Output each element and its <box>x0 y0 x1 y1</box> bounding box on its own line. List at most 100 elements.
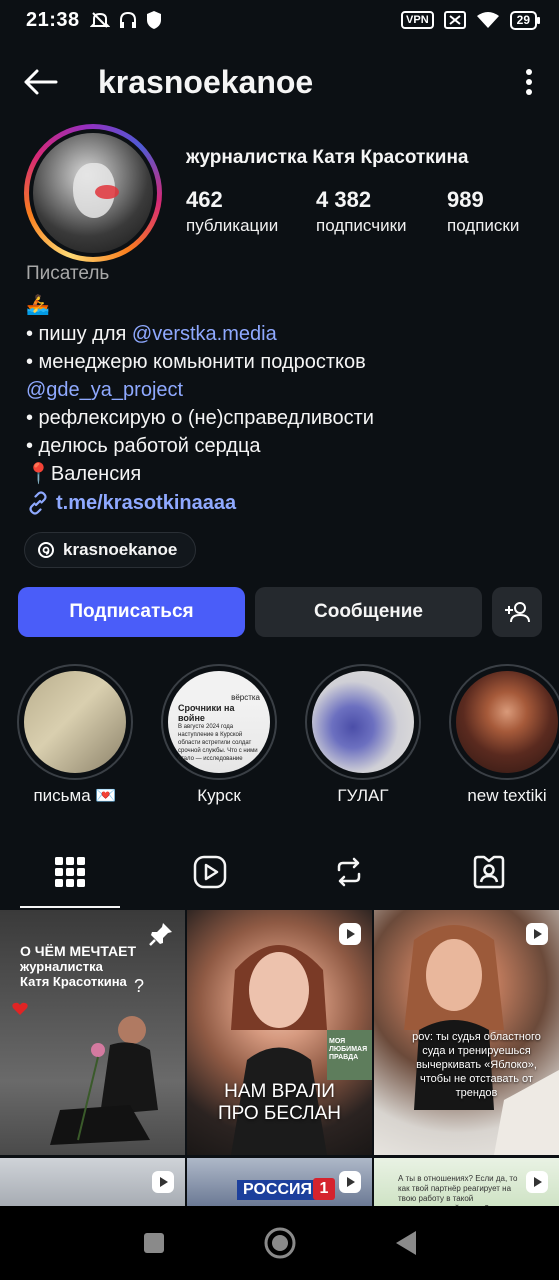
story-highlights: письма 💌 вёрстка Срочники на войне В авг… <box>0 664 559 814</box>
avatar-frame <box>29 129 157 257</box>
profile-bio: 🚣 • пишу для @verstka.media • менеджерю … <box>26 292 374 488</box>
highlight-label: письма 💌 <box>33 786 117 805</box>
highlight-label: ГУЛАГ <box>337 786 389 805</box>
highlight-gulag[interactable]: ГУЛАГ <box>304 664 422 806</box>
triangle-back-icon <box>395 1231 416 1255</box>
post-sign: МОЯ ЛЮБИМАЯ ПРАВДА <box>329 1038 367 1062</box>
stat-followers-value: 4 382 <box>316 187 372 212</box>
message-button[interactable]: Сообщение <box>255 587 482 637</box>
mention-gde-ya-project[interactable]: @gde_ya_project <box>26 376 374 404</box>
post-tile-1[interactable]: О ЧЁМ МЕЧТАЕТ журналистка Катя Красоткин… <box>0 910 185 1155</box>
wifi-icon <box>476 12 499 28</box>
highlight-cover <box>456 671 558 773</box>
stat-followers[interactable]: 4 382 подписчики <box>316 186 447 238</box>
tagged-icon <box>473 855 505 889</box>
home-button[interactable] <box>217 1206 343 1280</box>
highlight-kursk[interactable]: вёрстка Срочники на войне В августе 2024… <box>160 664 278 806</box>
profile-full-name: журналистка Катя Красоткина <box>186 147 469 168</box>
highlight-new-textiki[interactable]: new textiki <box>448 664 559 806</box>
reel-icon <box>339 1171 361 1193</box>
tab-reels[interactable] <box>140 836 280 908</box>
add-person-icon <box>505 602 530 623</box>
arrow-left-icon <box>24 69 58 95</box>
mute-icon <box>89 12 110 28</box>
channel-logo: РОССИЯ <box>237 1180 319 1200</box>
post-sign-line3: ПРАВДА <box>329 1054 359 1061</box>
threads-chip[interactable]: krasnoekanoe <box>24 532 197 568</box>
bio-line-1: • пишу для @verstka.media <box>26 320 374 348</box>
status-left-icons <box>89 10 162 30</box>
post-caption: pov: ты судья областного суда и тренируе… <box>412 1031 541 1099</box>
profile-link-text: t.me/krasotkinaaaa <box>56 491 237 514</box>
more-options-button[interactable] <box>499 52 559 112</box>
status-bar: 21:38 VPN 29 <box>0 0 559 40</box>
post-figure <box>50 1016 158 1145</box>
vpn-badge: VPN <box>401 11 434 29</box>
repost-icon <box>338 857 361 887</box>
add-user-button[interactable] <box>492 587 542 637</box>
stat-followers-label: подписчики <box>316 216 407 235</box>
profile-category: Писатель <box>26 263 110 284</box>
tab-tagged[interactable] <box>419 836 559 908</box>
post-tile-3[interactable]: pov: ты судья областного суда и тренируе… <box>374 910 559 1155</box>
profile-link[interactable]: t.me/krasotkinaaaa <box>26 491 236 515</box>
system-back-button[interactable] <box>343 1206 469 1280</box>
tab-reposts[interactable] <box>280 836 420 908</box>
highlight-cover: вёрстка Срочники на войне В августе 2024… <box>168 671 270 773</box>
reel-icon <box>152 1171 174 1193</box>
profile-avatar[interactable] <box>24 124 162 262</box>
stat-following-value: 989 <box>447 187 484 212</box>
stat-posts[interactable]: 462 публикации <box>186 186 316 238</box>
avatar-photo <box>33 133 153 253</box>
threads-icon <box>38 542 54 558</box>
link-icon <box>29 491 47 515</box>
follow-button[interactable]: Подписаться <box>18 587 245 637</box>
kursk-preview-body: В августе 2024 года наступление в Курско… <box>178 724 258 762</box>
highlight-ring <box>305 664 421 780</box>
system-nav-bar <box>0 1206 559 1280</box>
recents-button[interactable] <box>91 1206 217 1280</box>
channel-number: 1 <box>313 1178 335 1200</box>
profile-stats: 462 публикации 4 382 подписчики 989 подп… <box>186 186 547 238</box>
post-caption: НАМ ВРАЛИ ПРО БЕСЛАН <box>187 1081 372 1125</box>
headphones-icon <box>119 11 136 28</box>
highlight-cover <box>312 671 414 773</box>
bio-line-1-text: • пишу для <box>26 323 132 345</box>
tab-posts[interactable] <box>0 836 140 908</box>
kursk-preview-subtitle: Срочники на войне <box>178 703 235 723</box>
post-tile-5[interactable]: РОССИЯ 1 <box>187 1158 372 1206</box>
more-vertical-icon <box>526 69 532 95</box>
post-tile-2[interactable]: МОЯ ЛЮБИМАЯ ПРАВДА НАМ ВРАЛИ ПРО БЕСЛАН <box>187 910 372 1155</box>
highlight-label: new textiki <box>467 786 547 805</box>
square-icon <box>143 1233 164 1253</box>
bio-line-2: • менеджерю комьюнити подростков <box>26 351 366 373</box>
post-caption-line2: ПРО БЕСЛАН <box>217 1103 342 1124</box>
highlight-label: Курск <box>197 786 241 805</box>
highlight-cover <box>24 671 126 773</box>
stat-posts-label: публикации <box>186 216 279 235</box>
shield-icon <box>146 11 161 29</box>
reel-icon <box>526 1171 548 1193</box>
grid-icon <box>54 857 85 887</box>
stat-following-label: подписки <box>447 216 520 235</box>
post-tile-4[interactable] <box>0 1158 185 1206</box>
no-sim-icon <box>443 11 466 29</box>
post-chat-text: А ты в отношениях? Если да, то как твой … <box>398 1174 518 1206</box>
bio-line-6: 📍Валенсия <box>26 463 142 485</box>
circle-icon <box>264 1227 295 1259</box>
back-button[interactable] <box>0 52 80 112</box>
profile-username: krasnoekanoe <box>98 63 314 100</box>
threads-handle: krasnoekanoe <box>63 540 178 559</box>
highlight-ring <box>17 664 133 780</box>
stat-following[interactable]: 989 подписки <box>447 186 547 238</box>
bio-line-5: • делюсь работой сердца <box>26 435 261 457</box>
mention-verstka[interactable]: @verstka.media <box>132 323 277 345</box>
post-tile-6[interactable]: А ты в отношениях? Если да, то как твой … <box>374 1158 559 1206</box>
post-caption-line1: НАМ ВРАЛИ <box>224 1081 335 1102</box>
highlight-letters[interactable]: письма 💌 <box>16 664 134 806</box>
bio-line-4: • рефлексирую о (не)справедливости <box>26 407 374 429</box>
status-right: VPN 29 <box>401 10 541 30</box>
top-bar: krasnoekanoe <box>0 52 559 112</box>
posts-grid: О ЧЁМ МЕЧТАЕТ журналистка Катя Красоткин… <box>0 910 559 1206</box>
battery-indicator: 29 <box>509 10 541 30</box>
